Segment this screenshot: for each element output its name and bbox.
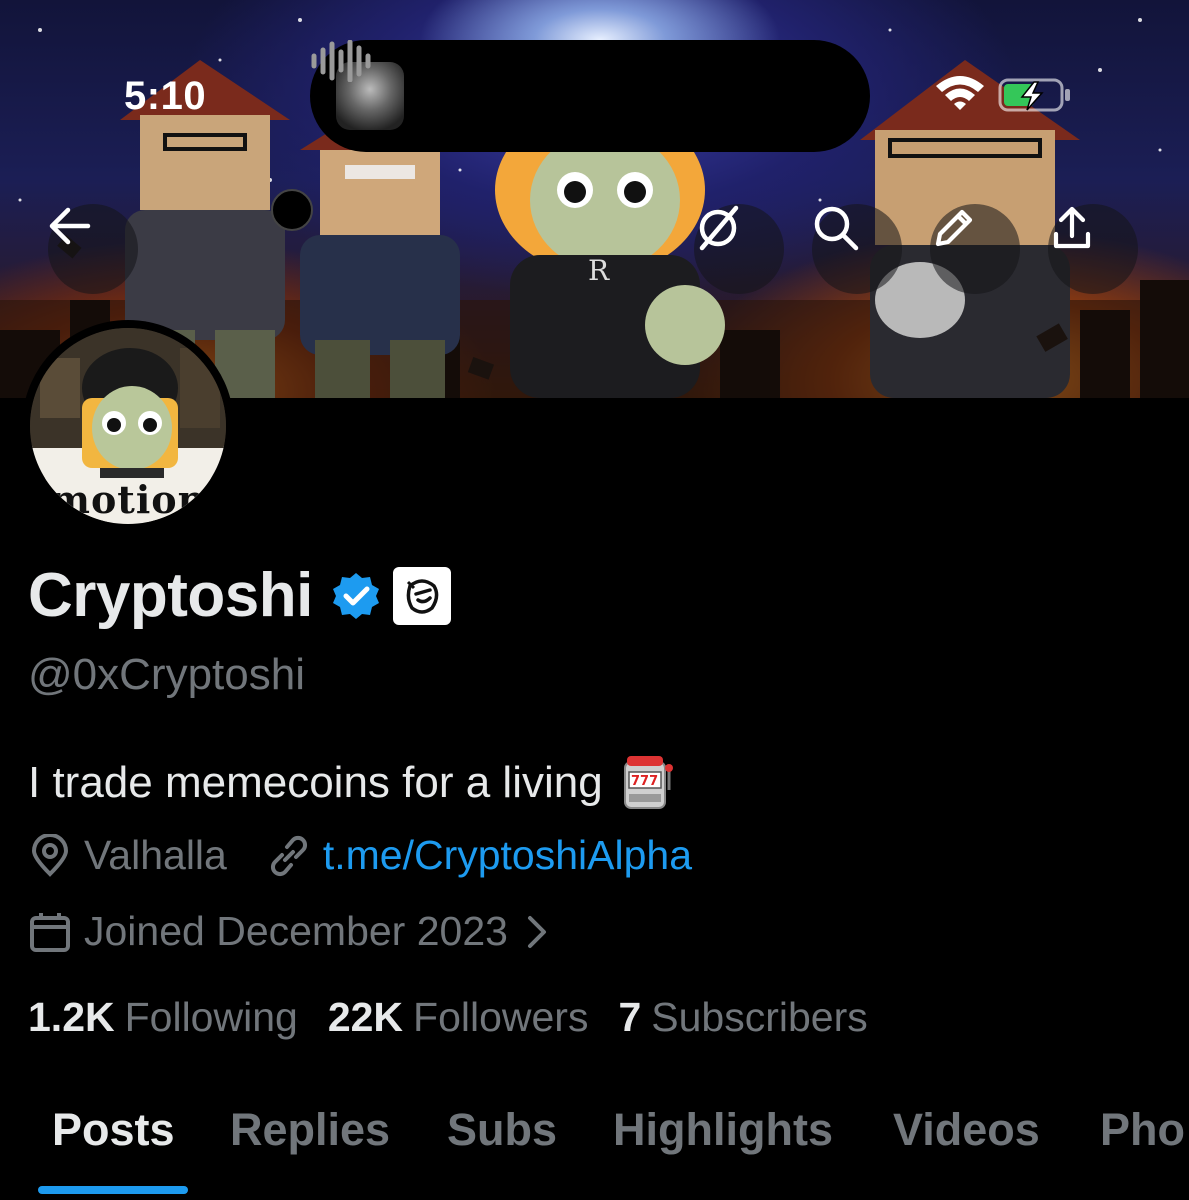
- display-name: Cryptoshi: [28, 561, 313, 630]
- svg-text:R: R: [588, 254, 610, 287]
- search-button[interactable]: [812, 204, 902, 294]
- bio-text: I trade memecoins for a living: [28, 758, 603, 807]
- followers-stat[interactable]: 22K Followers: [328, 994, 589, 1041]
- location-icon: [28, 833, 72, 878]
- tab-highlights[interactable]: Highlights: [613, 1104, 833, 1156]
- following-label: Following: [124, 994, 298, 1040]
- joined-row[interactable]: Joined December 2023: [28, 908, 552, 955]
- active-tab-indicator: [38, 1186, 188, 1194]
- grok-icon: [699, 205, 739, 251]
- profile-bio: I trade memecoins for a living 777: [28, 752, 679, 814]
- profile-page: R 5:10 motion Cryptoshi @0xCryptoshi I t…: [0, 0, 1189, 1200]
- slot-machine-icon: 777: [623, 756, 673, 809]
- affiliate-badge[interactable]: [392, 566, 451, 625]
- profile-stats: 1.2K Following 22K Followers 7 Subscribers: [28, 994, 898, 1041]
- followers-label: Followers: [413, 994, 589, 1040]
- edit-icon: [935, 209, 973, 247]
- calendar-icon: [28, 910, 72, 954]
- avatar-image: motion: [30, 328, 226, 524]
- wifi-icon: [936, 76, 984, 110]
- waveform-icon: [311, 40, 371, 82]
- back-button[interactable]: [48, 204, 138, 294]
- profile-name-row: Cryptoshi: [28, 560, 451, 631]
- dynamic-island[interactable]: [310, 40, 870, 152]
- tab-replies[interactable]: Replies: [230, 1104, 390, 1156]
- location-text: Valhalla: [84, 832, 227, 878]
- joined-text: Joined December 2023: [84, 908, 508, 954]
- subscribers-label: Subscribers: [651, 994, 868, 1040]
- profile-tabs: Posts Replies Subs Highlights Videos Pho: [0, 1100, 1189, 1200]
- affiliate-logo-icon: [406, 578, 439, 614]
- edit-button[interactable]: [930, 204, 1020, 294]
- battery-charging-icon: [998, 78, 1070, 112]
- status-time: 5:10: [124, 74, 207, 118]
- avatar-caption: motion: [30, 478, 226, 522]
- back-icon: [49, 207, 91, 245]
- chevron-right-icon: [527, 915, 546, 948]
- subscribers-count: 7: [618, 994, 642, 1040]
- svg-text:777: 777: [631, 774, 658, 789]
- subscribers-stat[interactable]: 7 Subscribers: [618, 994, 867, 1041]
- grok-button[interactable]: [694, 204, 784, 294]
- tab-subs[interactable]: Subs: [447, 1104, 557, 1156]
- tab-posts[interactable]: Posts: [52, 1104, 175, 1156]
- profile-avatar[interactable]: motion: [22, 320, 234, 532]
- following-count: 1.2K: [28, 994, 115, 1040]
- profile-meta-row: Valhalla t.me/CryptoshiAlpha: [28, 832, 692, 879]
- tab-videos[interactable]: Videos: [893, 1104, 1040, 1156]
- following-stat[interactable]: 1.2K Following: [28, 994, 298, 1041]
- share-icon: [1053, 206, 1091, 249]
- share-button[interactable]: [1048, 204, 1138, 294]
- profile-link[interactable]: t.me/CryptoshiAlpha: [323, 832, 692, 879]
- followers-count: 22K: [327, 994, 404, 1040]
- tab-photos[interactable]: Pho: [1100, 1104, 1185, 1156]
- verified-badge-icon[interactable]: [331, 571, 381, 621]
- search-icon: [814, 206, 859, 251]
- link-icon: [267, 834, 311, 878]
- profile-handle: @0xCryptoshi: [28, 650, 305, 699]
